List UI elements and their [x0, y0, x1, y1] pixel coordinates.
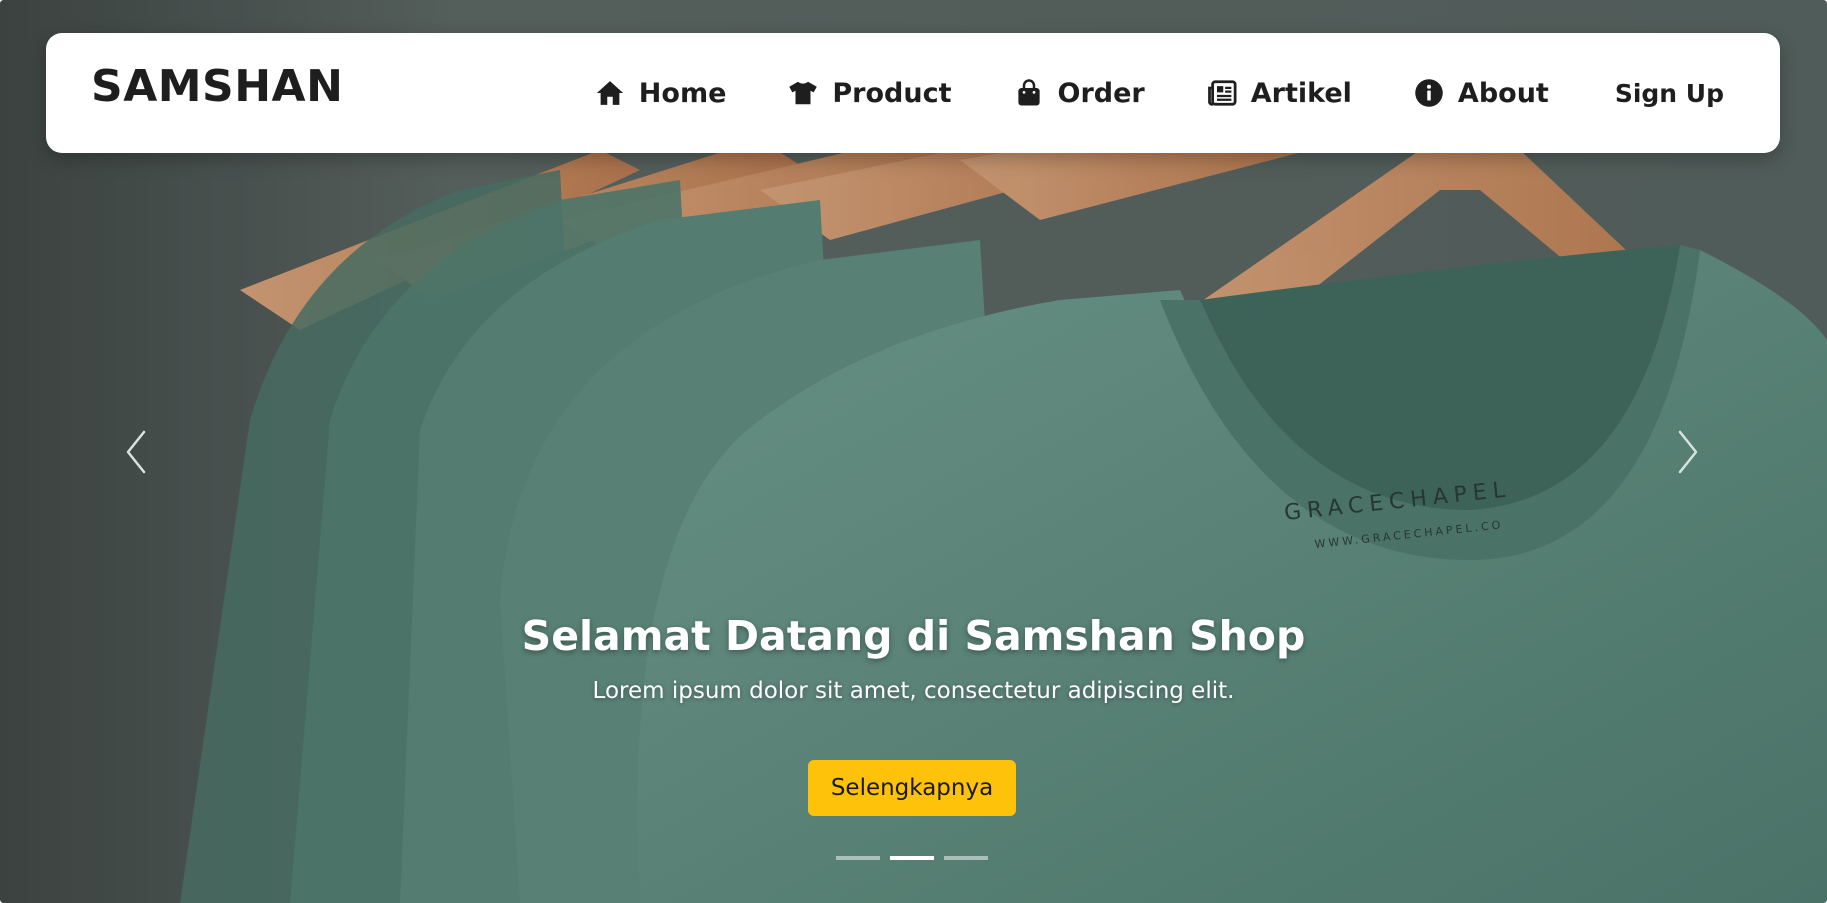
nav-item-order[interactable]: Order	[1014, 78, 1145, 109]
chevron-right-icon	[1678, 430, 1698, 474]
carousel-indicators	[836, 856, 998, 860]
nav-item-artikel[interactable]: Artikel	[1207, 78, 1352, 109]
carousel-indicator-1[interactable]	[836, 856, 880, 860]
carousel-indicator-2[interactable]	[890, 856, 934, 860]
signup-link[interactable]: Sign Up	[1615, 79, 1724, 108]
nav-item-product[interactable]: Product	[788, 77, 952, 109]
home-icon	[595, 78, 625, 108]
hero-subtitle: Lorem ipsum dolor sit amet, consectetur …	[592, 678, 1235, 704]
selengkapnya-button[interactable]: Selengkapnya	[808, 760, 1016, 816]
carousel-next-button[interactable]	[1662, 424, 1712, 480]
carousel-indicator-3[interactable]	[944, 856, 988, 860]
brand-logo[interactable]: SAMSHAN	[91, 65, 343, 109]
nav-item-label: Order	[1057, 77, 1145, 109]
nav-item-label: Artikel	[1250, 77, 1352, 109]
main-nav: Home Product Order Artikel About Sign Up	[595, 33, 1724, 153]
nav-item-home[interactable]: Home	[595, 77, 727, 109]
top-navbar: SAMSHAN Home Product Order Artikel About…	[46, 33, 1780, 153]
nav-item-label: Product	[832, 77, 952, 109]
tshirt-icon	[788, 78, 818, 108]
nav-item-label: About	[1457, 77, 1549, 109]
nav-item-label: Home	[638, 77, 727, 109]
shopping-bag-icon	[1014, 78, 1044, 108]
hero-carousel: GRACECHAPEL WWW.GRACECHAPEL.CO SAMSHAN H…	[0, 0, 1827, 903]
chevron-left-icon	[126, 430, 146, 474]
info-circle-icon	[1414, 78, 1444, 108]
newspaper-icon	[1207, 78, 1237, 108]
hero-title: Selamat Datang di Samshan Shop	[521, 612, 1306, 660]
carousel-prev-button[interactable]	[112, 424, 162, 480]
nav-item-about[interactable]: About	[1414, 78, 1549, 109]
